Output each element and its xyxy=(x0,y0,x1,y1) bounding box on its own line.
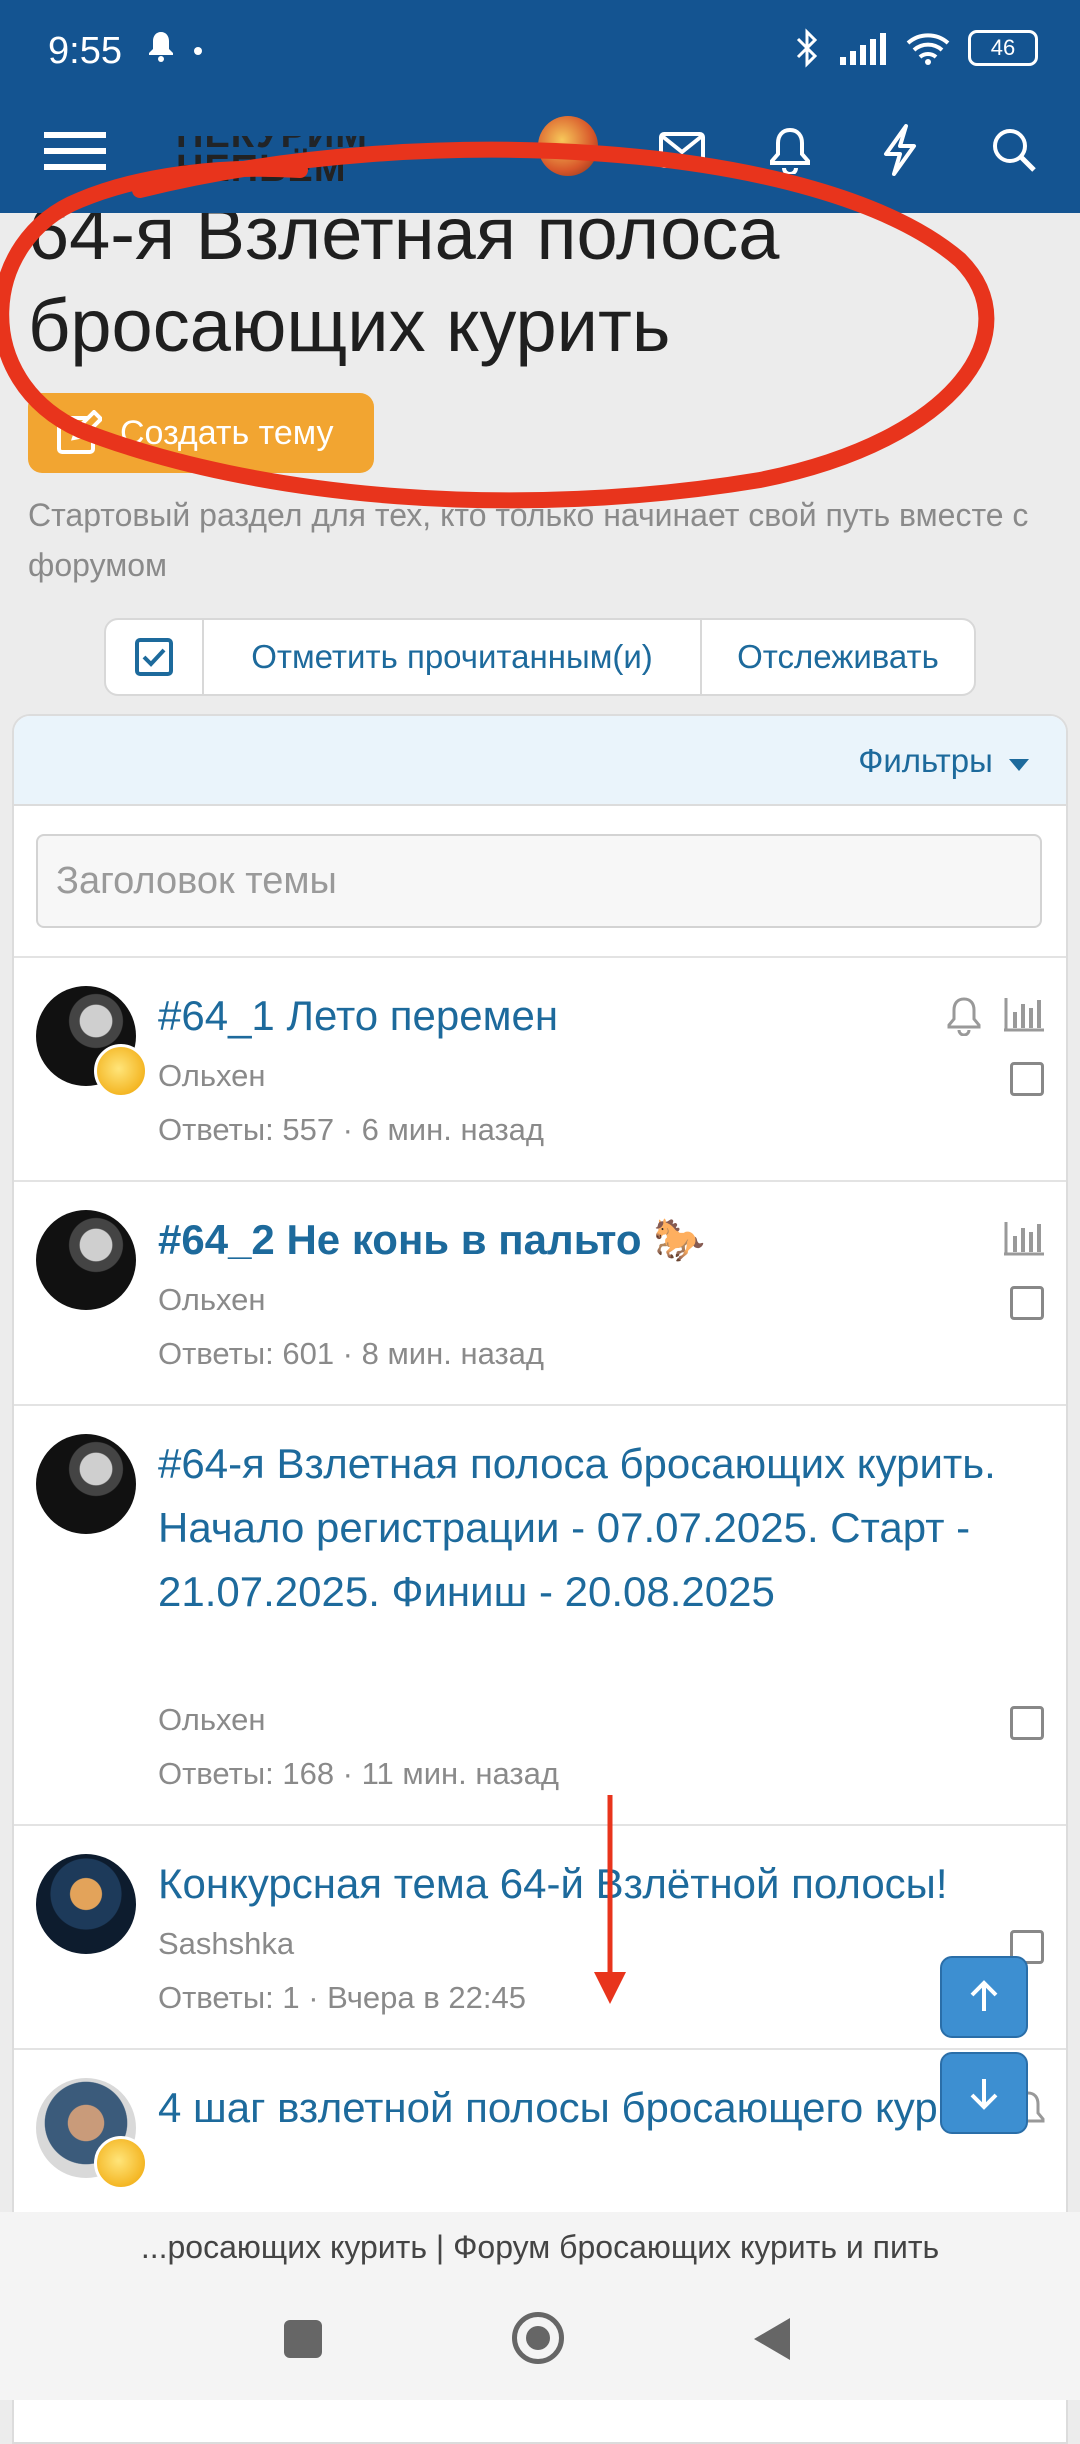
wifi-icon xyxy=(906,33,950,65)
mark-read-button[interactable]: Отметить прочитанным(и) xyxy=(204,620,700,694)
poll-chart-icon xyxy=(1002,996,1046,1037)
poll-chart-icon xyxy=(1002,1220,1046,1261)
smiley-badge-icon xyxy=(94,2136,148,2190)
notification-bell-icon xyxy=(146,30,176,67)
thread-author[interactable]: Sashshka xyxy=(158,1926,294,1962)
search-icon-front[interactable] xyxy=(982,118,1046,182)
thread-title[interactable]: 4 шаг взлетной полосы бросающего курить xyxy=(158,2076,1018,2140)
forum-description: Стартовый раздел для тех, кто только нач… xyxy=(28,497,1029,583)
bluetooth-icon xyxy=(796,28,818,68)
smiley-badge-icon xyxy=(94,1044,148,1098)
battery-icon: 46 xyxy=(968,30,1038,66)
site-logo-front[interactable]: НЕКУРИМ НЕПЬЁМ xyxy=(176,114,368,188)
create-thread-label: Создать тему xyxy=(120,413,334,452)
thread-checkbox[interactable] xyxy=(1010,1286,1044,1320)
author-avatar[interactable] xyxy=(36,1854,136,1954)
filters-dropdown[interactable]: Фильтры xyxy=(858,742,1030,780)
thread-checkbox[interactable] xyxy=(1010,1062,1044,1096)
thread-title[interactable]: Конкурсная тема 64-й Взлётной полосы! xyxy=(158,1852,1058,1916)
thread-title-search-input[interactable]: Заголовок темы xyxy=(36,834,1042,928)
android-nav-bar xyxy=(0,2282,1080,2400)
status-icons: 46 xyxy=(794,28,1038,68)
mail-icon-front[interactable] xyxy=(650,118,714,182)
thread-author[interactable]: Ольхен xyxy=(158,1282,266,1318)
user-avatar-front[interactable] xyxy=(538,116,598,176)
recents-square-icon[interactable] xyxy=(284,2320,322,2358)
arrow-up-icon xyxy=(970,1980,998,2011)
checkbox-icon xyxy=(135,638,173,676)
status-bar: 9:55 46 xyxy=(0,0,1080,105)
home-circle-icon[interactable] xyxy=(512,2312,564,2364)
bell-icon-front[interactable] xyxy=(758,118,822,182)
back-triangle-icon[interactable] xyxy=(752,2316,792,2367)
author-avatar[interactable] xyxy=(36,1434,136,1534)
thread-title[interactable]: #64_1 Лето перемен xyxy=(158,984,1038,1048)
signal-icon xyxy=(840,33,886,65)
create-thread-button[interactable]: Создать тему xyxy=(28,393,374,473)
select-all-checkbox[interactable] xyxy=(106,620,202,694)
thread-author[interactable]: Ольхен xyxy=(158,1702,266,1738)
logo-top-text-front: НЕКУРИМ xyxy=(176,114,368,156)
thread-title[interactable]: #64-я Взлетная полоса бросающих курить. … xyxy=(158,1432,1038,1624)
page-title: 64-я Взлетная полоса бросающих курить xyxy=(28,192,780,367)
thread-author[interactable]: Ольхен xyxy=(158,1058,266,1094)
edit-icon xyxy=(57,410,102,454)
thread-row[interactable]: #64_2 Не конь в пальто 🐎 Ольхен Ответы: … xyxy=(14,1180,1066,1404)
scroll-down-button[interactable] xyxy=(940,2052,1028,2134)
author-avatar[interactable] xyxy=(36,1210,136,1310)
notification-dot-icon xyxy=(194,47,202,55)
caret-down-icon xyxy=(1009,759,1029,771)
thread-meta: Ответы: 601 · 8 мин. назад xyxy=(158,1336,545,1371)
thread-meta: Ответы: 557 · 6 мин. назад xyxy=(158,1112,545,1147)
filters-label: Фильтры xyxy=(858,742,993,779)
menu-icon-front[interactable] xyxy=(44,128,106,179)
watch-button[interactable]: Отслеживать xyxy=(702,620,974,694)
thread-list-panel: Фильтры Заголовок темы #64_1 Лето переме… xyxy=(12,714,1068,2444)
status-time: 9:55 xyxy=(48,30,122,72)
watch-bell-icon xyxy=(946,996,982,1041)
thread-row[interactable]: #64_1 Лето перемен Ольхен Ответы: 557 · … xyxy=(14,956,1066,1180)
forum-actions: Отметить прочитанным(и) Отслеживать xyxy=(104,618,976,696)
scroll-up-button[interactable] xyxy=(940,1956,1028,2038)
thread-title[interactable]: #64_2 Не конь в пальто 🐎 xyxy=(158,1208,1038,1272)
filter-bar: Фильтры xyxy=(14,716,1066,806)
thread-row[interactable]: #64-я Взлетная полоса бросающих курить. … xyxy=(14,1404,1066,1824)
lightning-icon-front[interactable] xyxy=(868,118,932,182)
logo-bottom-text-front: НЕПЬЁМ xyxy=(176,148,347,190)
thread-checkbox[interactable] xyxy=(1010,1706,1044,1740)
thread-meta: Ответы: 1 · Вчера в 22:45 xyxy=(158,1980,526,2015)
arrow-down-icon xyxy=(970,2079,998,2110)
thread-row[interactable]: Конкурсная тема 64-й Взлётной полосы! Sa… xyxy=(14,1824,1066,2048)
thread-meta: Ответы: 168 · 11 мин. назад xyxy=(158,1756,559,1791)
browser-url-bar[interactable]: ...росающих курить | Форум бросающих кур… xyxy=(0,2212,1080,2282)
